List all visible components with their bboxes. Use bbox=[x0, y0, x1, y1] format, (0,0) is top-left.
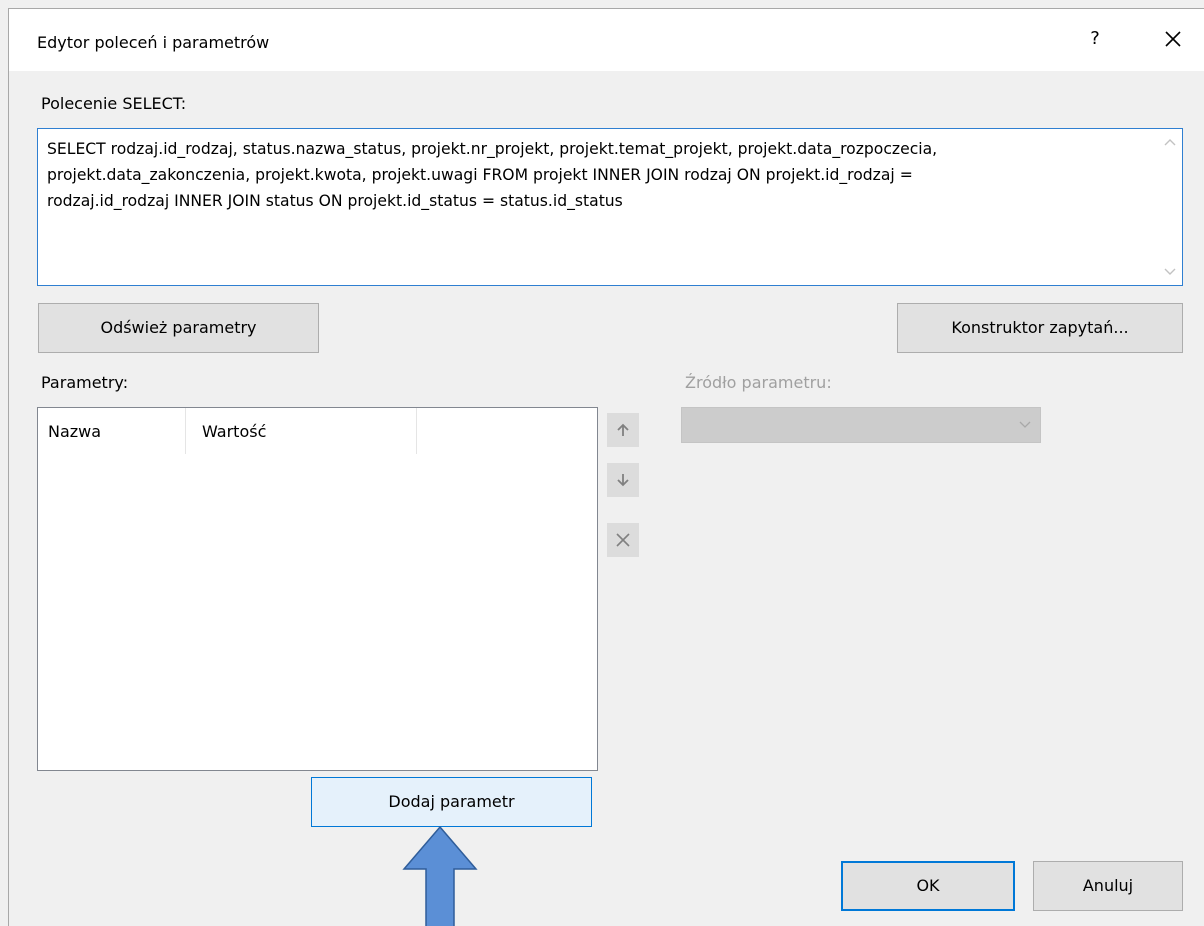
column-header-name[interactable]: Nazwa bbox=[48, 422, 101, 441]
ok-button[interactable]: OK bbox=[841, 861, 1015, 911]
cancel-button[interactable]: Anuluj bbox=[1033, 861, 1183, 911]
help-button[interactable]: ? bbox=[1077, 21, 1113, 57]
query-builder-button[interactable]: Konstruktor zapytań... bbox=[897, 303, 1183, 353]
scroll-down-icon[interactable] bbox=[1162, 263, 1178, 279]
column-separator[interactable] bbox=[185, 408, 186, 454]
column-header-value[interactable]: Wartość bbox=[202, 422, 266, 441]
parameters-label: Parametry: bbox=[41, 373, 129, 392]
dialog-title: Edytor poleceń i parametrów bbox=[37, 33, 270, 52]
title-bar: Edytor poleceń i parametrów ? bbox=[9, 9, 1204, 71]
arrow-up-icon bbox=[617, 423, 629, 436]
select-command-text[interactable]: SELECT rodzaj.id_rodzaj, status.nazwa_st… bbox=[47, 136, 1147, 214]
move-down-button[interactable] bbox=[607, 463, 639, 497]
parameters-list[interactable]: Nazwa Wartość bbox=[37, 407, 598, 771]
close-icon bbox=[1165, 31, 1181, 47]
scroll-up-icon[interactable] bbox=[1162, 135, 1178, 151]
delete-parameter-button[interactable] bbox=[607, 523, 639, 557]
arrow-down-icon bbox=[617, 474, 629, 487]
add-parameter-button[interactable]: Dodaj parametr bbox=[311, 777, 592, 827]
close-button[interactable] bbox=[1159, 25, 1187, 53]
parameter-source-dropdown[interactable] bbox=[681, 407, 1041, 443]
command-parameter-editor-dialog: Edytor poleceń i parametrów ? Polecenie … bbox=[8, 8, 1204, 926]
vertical-scrollbar[interactable] bbox=[1158, 129, 1182, 285]
chevron-down-icon bbox=[1019, 421, 1031, 428]
annotation-arrow-icon bbox=[402, 825, 478, 926]
refresh-parameters-button[interactable]: Odśwież parametry bbox=[38, 303, 319, 353]
delete-icon bbox=[616, 533, 630, 547]
move-up-button[interactable] bbox=[607, 413, 639, 447]
parameter-source-label: Źródło parametru: bbox=[685, 373, 832, 392]
column-separator[interactable] bbox=[416, 408, 417, 454]
select-command-textbox[interactable]: SELECT rodzaj.id_rodzaj, status.nazwa_st… bbox=[37, 128, 1183, 286]
select-command-label: Polecenie SELECT: bbox=[41, 94, 187, 113]
